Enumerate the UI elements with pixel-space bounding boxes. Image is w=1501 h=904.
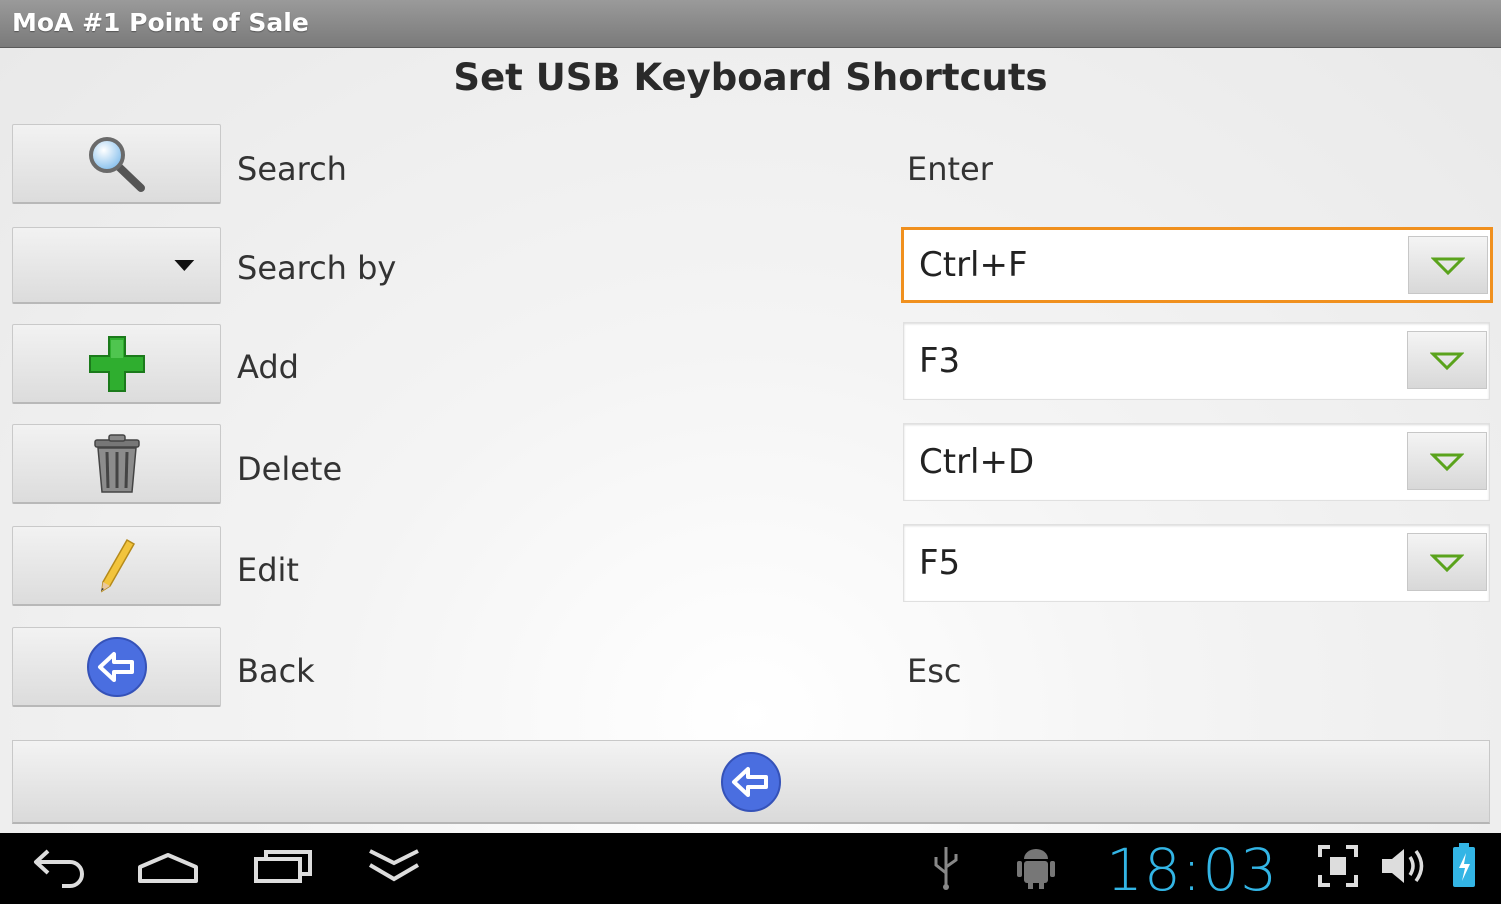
app-title-bar: MoA #1 Point of Sale [0,0,1501,48]
chevron-down-icon [1430,554,1464,573]
row-label-add: Add [237,348,299,386]
search-by-dropdown-button[interactable] [12,227,221,304]
recent-apps-icon[interactable] [252,843,316,889]
app-title: MoA #1 Point of Sale [12,8,309,37]
bottom-back-button[interactable] [12,740,1490,824]
pencil-icon [100,538,135,592]
android-debug-icon [1017,849,1055,889]
spinner-arrow-button[interactable] [1407,331,1487,389]
dropdown-arrow-icon [174,260,195,271]
edit-button[interactable] [12,526,221,606]
usb-icon [934,847,958,890]
search-button[interactable] [12,124,221,204]
page-title: Set USB Keyboard Shortcuts [453,56,1048,99]
home-icon[interactable] [136,843,200,889]
back-arrow-icon [721,751,781,812]
row-label-edit: Edit [237,551,299,589]
system-nav-bar: 18:03 [0,833,1501,904]
back-arrow-icon [86,636,147,697]
shortcut-edit-value: F5 [919,543,961,583]
shortcut-search-by-select[interactable]: Ctrl+F [901,227,1493,303]
spinner-arrow-button[interactable] [1408,236,1488,294]
shortcut-edit-select[interactable]: F5 [903,524,1490,602]
search-icon [88,136,145,192]
volume-icon[interactable] [1378,843,1430,889]
row-label-back: Back [237,652,315,690]
row-label-delete: Delete [237,450,343,488]
shortcut-search-value: Enter [907,150,993,188]
shortcut-add-select[interactable]: F3 [903,322,1490,400]
add-button[interactable] [12,324,221,404]
delete-button[interactable] [12,424,221,504]
shortcut-search-by-value: Ctrl+F [919,245,1028,285]
battery-icon [1453,843,1475,887]
back-icon[interactable] [30,843,90,889]
chevron-down-icon [1430,352,1464,371]
row-label-search: Search [237,150,347,188]
shortcut-delete-select[interactable]: Ctrl+D [903,423,1490,501]
status-clock: 18:03 [1106,836,1279,904]
chevron-down-icon [1430,453,1464,472]
main-content: Set USB Keyboard Shortcuts Search Enter … [0,48,1501,833]
spinner-arrow-button[interactable] [1407,432,1487,490]
menu-icon[interactable] [366,843,422,889]
chevron-down-icon [1431,257,1465,276]
shortcut-add-value: F3 [919,341,961,381]
back-button[interactable] [12,627,221,707]
spinner-arrow-button[interactable] [1407,533,1487,591]
add-icon [88,335,145,392]
trash-icon [93,433,140,493]
shortcut-back-value: Esc [907,652,962,690]
shortcut-delete-value: Ctrl+D [919,442,1035,482]
row-label-search-by: Search by [237,249,397,287]
screenshot-icon[interactable] [1316,843,1360,889]
